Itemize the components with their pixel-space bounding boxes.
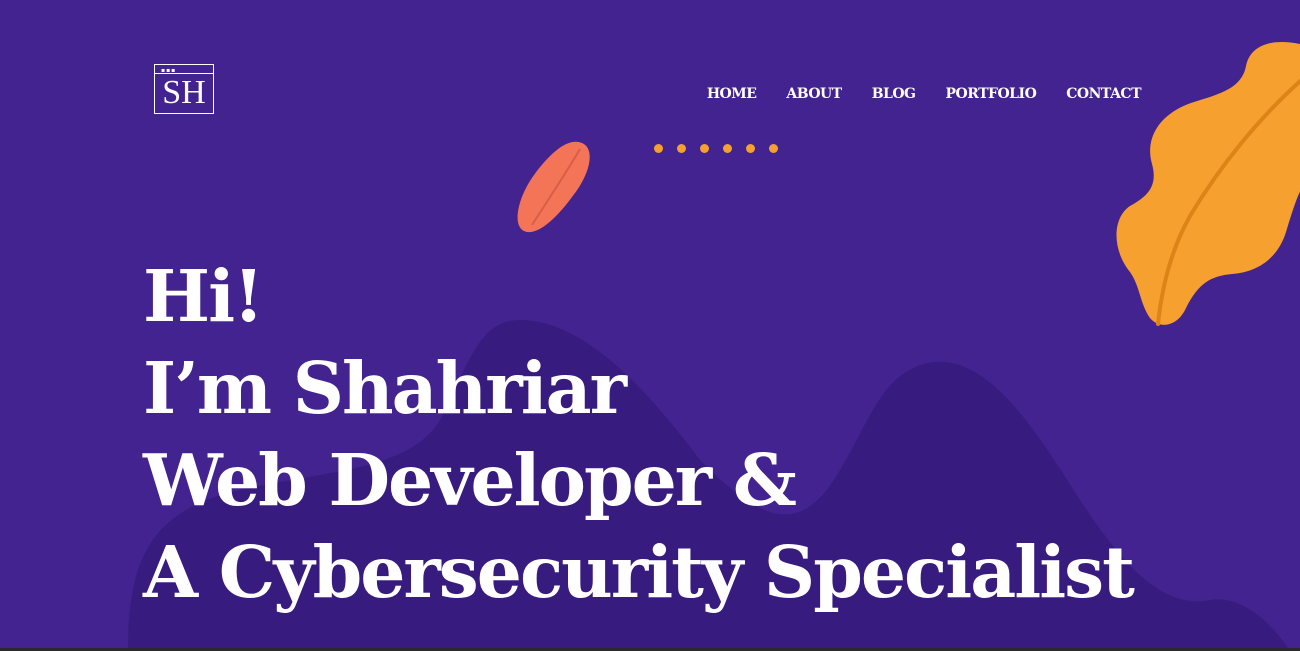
hero-role-2: A Cybersecurity Specialist [143, 530, 1135, 614]
logo-text: SH [162, 74, 206, 111]
hero-heading: Hi! I’m Shahriar Web Developer & A Cyber… [143, 250, 1135, 618]
dot [677, 144, 686, 153]
hero-greeting: Hi! [143, 254, 264, 338]
site-logo[interactable]: ▪▪▪ SH [154, 64, 214, 114]
main-nav: HOME ABOUT BLOG PORTFOLIO CONTACT [707, 86, 1142, 102]
dot [700, 144, 709, 153]
dot [723, 144, 732, 153]
decorative-dots [654, 144, 778, 153]
dot [746, 144, 755, 153]
hero-role-1: Web Developer & [143, 438, 797, 522]
nav-portfolio[interactable]: PORTFOLIO [946, 86, 1037, 102]
coral-leaf-icon [517, 141, 590, 233]
dot [654, 144, 663, 153]
hero-name: I’m Shahriar [143, 346, 627, 430]
orange-leaf-icon [1116, 42, 1300, 326]
dot [769, 144, 778, 153]
nav-about[interactable]: ABOUT [786, 86, 842, 102]
nav-home[interactable]: HOME [707, 86, 757, 102]
nav-blog[interactable]: BLOG [872, 86, 916, 102]
